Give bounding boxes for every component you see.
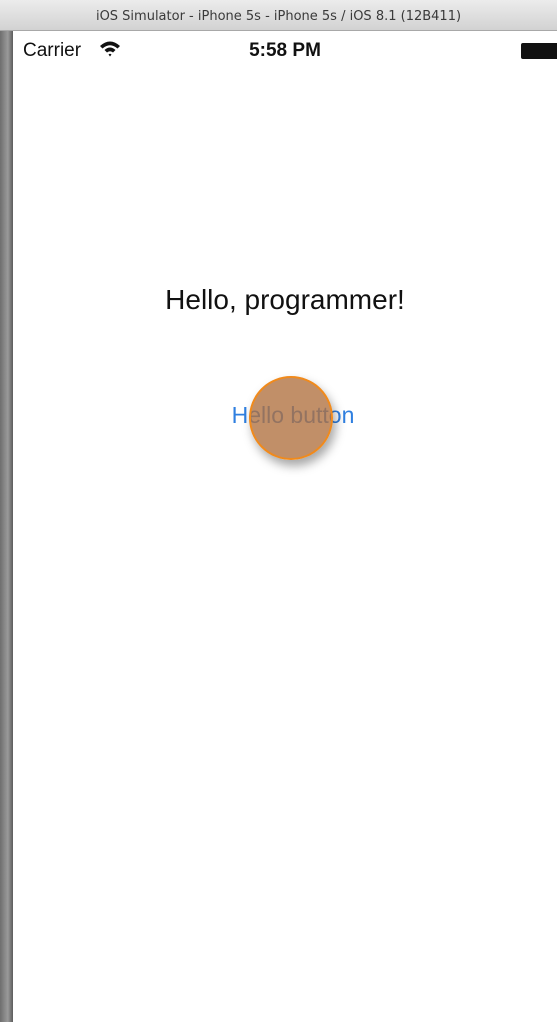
battery-icon (521, 43, 557, 59)
device-screen: Carrier 5:58 PM Hello, programmer! Hello… (13, 31, 557, 1022)
status-time: 5:58 PM (249, 40, 321, 61)
touch-indicator (249, 376, 333, 460)
window-titlebar[interactable]: iOS Simulator - iPhone 5s - iPhone 5s / … (0, 0, 557, 31)
simulator-window: iOS Simulator - iPhone 5s - iPhone 5s / … (0, 0, 557, 1022)
window-title: iOS Simulator - iPhone 5s - iPhone 5s / … (95, 9, 462, 24)
device-bezel-edge (0, 31, 13, 1022)
status-bar: Carrier 5:58 PM (13, 31, 557, 71)
greeting-label: Hello, programmer! (165, 284, 405, 315)
